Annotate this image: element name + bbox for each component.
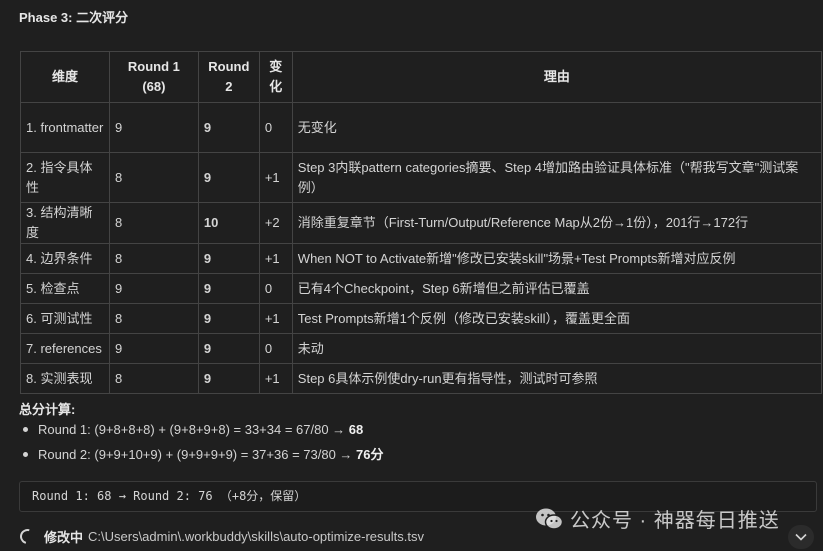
scroll-down-button[interactable] bbox=[788, 525, 814, 549]
round2-score: 76分 bbox=[356, 447, 384, 462]
round1-formula: Round 1: (9+8+8+8) + (9+8+9+8) = 33+34 =… bbox=[38, 422, 349, 437]
list-item: Round 2: (9+9+10+9) + (9+9+9+9) = 37+36 … bbox=[20, 442, 384, 467]
cell-dimension: 8. 实测表现 bbox=[20, 363, 110, 394]
cell-dimension: 6. 可测试性 bbox=[20, 303, 110, 334]
chevron-down-icon bbox=[795, 533, 807, 541]
cell-change: +1 bbox=[258, 363, 293, 394]
table-header-row: 维度 Round 1 (68) Round 2 变 化 理由 bbox=[20, 51, 823, 103]
table-row: 8. 实测表现 8 9 +1 Step 6具体示例使dry-run更有指导性，测… bbox=[20, 363, 823, 394]
status-file-path[interactable]: C:\Users\admin\.workbuddy\skills\auto-op… bbox=[88, 529, 424, 544]
score-table: 维度 Round 1 (68) Round 2 变 化 理由 1. frontm… bbox=[20, 51, 823, 394]
watermark: 公众号 · 神器每日推送 bbox=[534, 504, 780, 533]
cell-round2: 9 bbox=[197, 363, 260, 394]
totals-list: Round 1: (9+8+8+8) + (9+8+9+8) = 33+34 =… bbox=[20, 417, 384, 467]
header-round1: Round 1 (68) bbox=[108, 51, 199, 103]
header-round2: Round 2 bbox=[197, 51, 260, 103]
header-dimension: 维度 bbox=[20, 51, 110, 103]
table-row: 3. 结构清晰度 8 10 +2 消除重复章节（First-Turn/Outpu… bbox=[20, 202, 823, 244]
cell-round1: 9 bbox=[108, 333, 199, 364]
wechat-icon bbox=[536, 508, 564, 530]
cell-reason: 无变化 bbox=[291, 102, 823, 153]
cell-round1: 8 bbox=[108, 243, 199, 274]
cell-reason: 消除重复章节（First-Turn/Output/Reference Map从2… bbox=[291, 202, 823, 244]
cell-round2: 9 bbox=[197, 273, 260, 304]
header-change: 变 化 bbox=[258, 51, 293, 103]
table-row: 1. frontmatter 9 9 0 无变化 bbox=[20, 102, 823, 153]
cell-round2: 10 bbox=[197, 202, 260, 244]
cell-round1: 8 bbox=[108, 202, 199, 244]
cell-dimension: 3. 结构清晰度 bbox=[20, 202, 110, 244]
cell-change: 0 bbox=[258, 102, 293, 153]
spinner-icon bbox=[17, 525, 38, 547]
cell-round1: 8 bbox=[108, 303, 199, 334]
cell-change: 0 bbox=[258, 333, 293, 364]
table-row: 5. 检查点 9 9 0 已有4个Checkpoint，Step 6新增但之前评… bbox=[20, 273, 823, 304]
header-round1-line1: Round 1 bbox=[127, 59, 180, 74]
header-round1-line2: (68) bbox=[142, 79, 166, 94]
table-row: 6. 可测试性 8 9 +1 Test Prompts新增1个反例（修改已安装s… bbox=[20, 303, 823, 334]
cell-round2: 9 bbox=[197, 303, 260, 334]
cell-round1: 8 bbox=[108, 152, 199, 203]
cell-round1: 8 bbox=[108, 363, 199, 394]
cell-round2: 9 bbox=[197, 243, 260, 274]
table-row: 4. 边界条件 8 9 +1 When NOT to Activate新增"修改… bbox=[20, 243, 823, 274]
cell-round1: 9 bbox=[108, 102, 199, 153]
cell-change: +1 bbox=[258, 303, 293, 334]
cell-reason: When NOT to Activate新增"修改已安装skill"场景+Tes… bbox=[291, 243, 823, 274]
table-row: 7. references 9 9 0 未动 bbox=[20, 333, 823, 364]
round2-formula: Round 2: (9+9+10+9) + (9+9+9+9) = 37+36 … bbox=[38, 447, 357, 462]
cell-change: 0 bbox=[258, 273, 293, 304]
watermark-text: 公众号 · 神器每日推送 bbox=[570, 510, 780, 532]
cell-change: +2 bbox=[258, 202, 293, 244]
totals-title: 总分计算: bbox=[19, 402, 76, 417]
status-bar: 修改中 C:\Users\admin\.workbuddy\skills\aut… bbox=[17, 523, 424, 549]
cell-reason: Test Prompts新增1个反例（修改已安装skill），覆盖更全面 bbox=[291, 303, 823, 334]
cell-dimension: 5. 检查点 bbox=[20, 273, 110, 304]
cell-reason: Step 3内联pattern categories摘要、Step 4增加路由验… bbox=[291, 152, 823, 203]
status-label: 修改中 bbox=[44, 529, 84, 545]
cell-round2: 9 bbox=[197, 333, 260, 364]
cell-dimension: 4. 边界条件 bbox=[20, 243, 110, 274]
cell-reason: 已有4个Checkpoint，Step 6新增但之前评估已覆盖 bbox=[291, 273, 823, 304]
cell-dimension: 2. 指令具体性 bbox=[20, 152, 110, 203]
cell-reason: Step 6具体示例使dry-run更有指导性，测试时可参照 bbox=[291, 363, 823, 394]
page: Phase 3: 二次评分 维度 Round 1 (68) Round 2 变 … bbox=[0, 0, 823, 551]
header-round2-line2: 2 bbox=[225, 79, 233, 94]
list-item: Round 1: (9+8+8+8) + (9+8+9+8) = 33+34 =… bbox=[20, 417, 384, 442]
header-round2-line1: Round bbox=[208, 59, 250, 74]
table-row: 2. 指令具体性 8 9 +1 Step 3内联pattern categori… bbox=[20, 152, 823, 203]
cell-round1: 9 bbox=[108, 273, 199, 304]
header-reason: 理由 bbox=[291, 51, 823, 103]
round1-score: 68 bbox=[348, 422, 364, 437]
cell-dimension: 7. references bbox=[20, 333, 110, 364]
cell-dimension: 1. frontmatter bbox=[20, 102, 110, 153]
cell-round2: 9 bbox=[197, 152, 260, 203]
cell-round2: 9 bbox=[197, 102, 260, 153]
cell-change: +1 bbox=[258, 243, 293, 274]
header-change-line1: 变 bbox=[269, 59, 283, 74]
phase-title: Phase 3: 二次评分 bbox=[19, 10, 129, 25]
cell-change: +1 bbox=[258, 152, 293, 203]
header-change-line2: 化 bbox=[269, 79, 283, 94]
cell-reason: 未动 bbox=[291, 333, 823, 364]
